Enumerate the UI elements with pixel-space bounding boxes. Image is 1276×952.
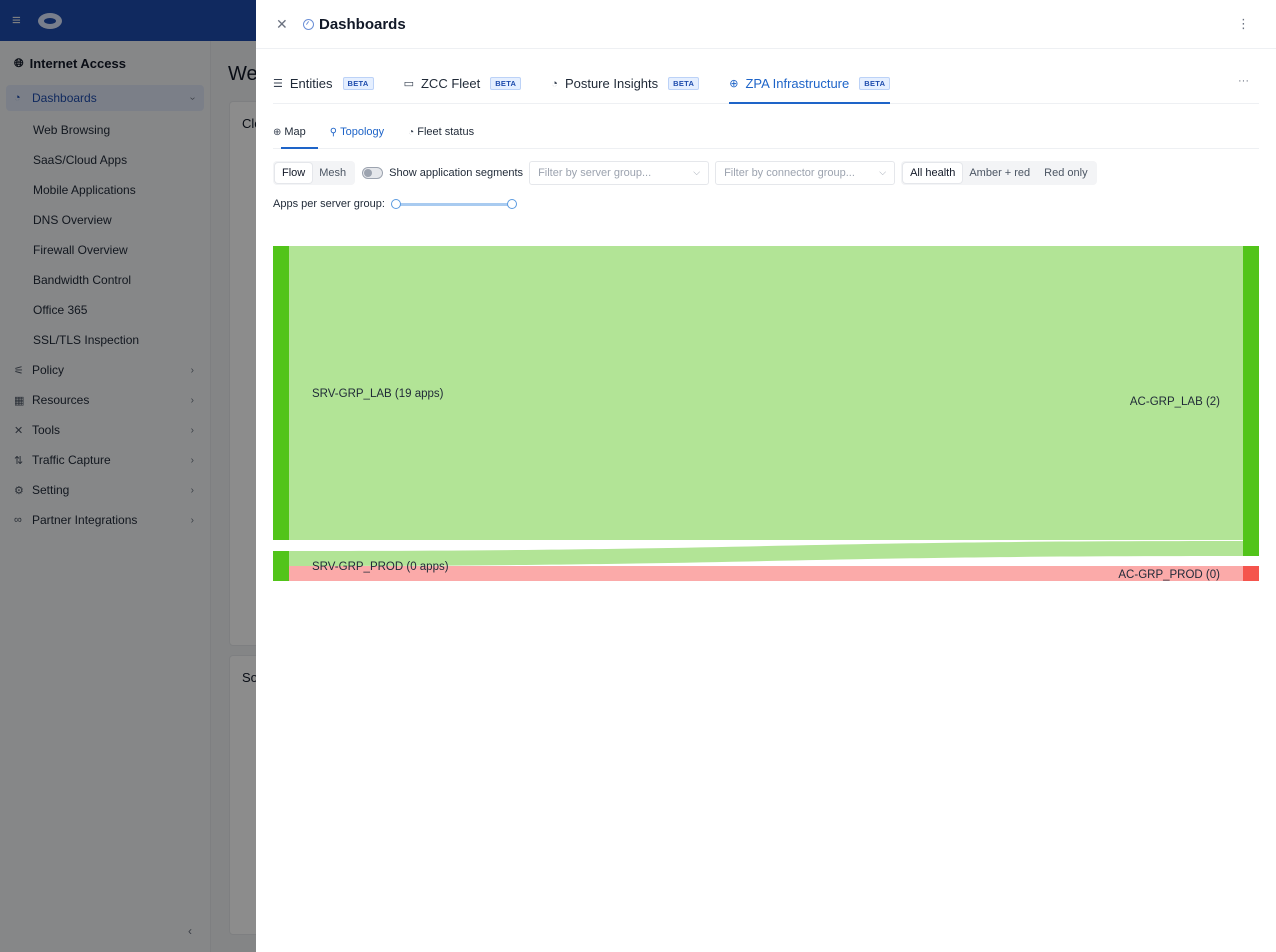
health-red-only[interactable]: Red only [1037, 163, 1094, 183]
health-amber-red[interactable]: Amber + red [962, 163, 1037, 183]
apps-range-slider[interactable] [390, 197, 517, 211]
source-node-label: SRV-GRP_PROD (0 apps) [312, 561, 449, 573]
apps-per-group-control: Apps per server group: [273, 197, 517, 211]
drawer-header: ✕ Dashboards ⋮ [256, 0, 1276, 49]
gauge-icon: ◔ [551, 77, 558, 90]
tab-posture-insights[interactable]: ◔ Posture Insights BETA [551, 64, 700, 103]
chevron-down-icon: ⌵ [879, 167, 887, 177]
kebab-menu-icon[interactable]: ⋮ [1237, 16, 1250, 32]
globe-icon: ⊕ [729, 78, 739, 90]
subtab-fleet-status[interactable]: ◔ Fleet status [408, 118, 474, 148]
beta-badge: BETA [859, 77, 891, 90]
target-node-label: AC-GRP_LAB (2) [1130, 396, 1220, 408]
view-mode-flow[interactable]: Flow [275, 163, 313, 183]
topology-icon: ⚲ [329, 126, 338, 138]
connector-group-filter-placeholder: Filter by connector group... [724, 167, 855, 179]
target-node-label: AC-GRP_PROD (0) [1118, 569, 1220, 581]
more-icon[interactable]: ··· [1238, 75, 1249, 87]
view-subtabs: ⊕ Map ⚲ Topology ◔ Fleet status [273, 118, 1259, 149]
tab-label: ZPA Infrastructure [745, 76, 850, 91]
beta-badge: BETA [490, 77, 522, 90]
tab-label: ZCC Fleet [420, 76, 481, 91]
gauge-icon: ◔ [408, 126, 415, 138]
dashboards-drawer: ✕ Dashboards ⋮ ☰ Entities BETA ▭ ZCC Fle… [256, 0, 1276, 952]
dashboard-tabs: ☰ Entities BETA ▭ ZCC Fleet BETA ◔ Postu… [273, 64, 1259, 104]
drawer-title: Dashboards [319, 15, 406, 33]
close-icon[interactable]: ✕ [276, 16, 294, 33]
apps-slider-label: Apps per server group: [273, 198, 385, 210]
gauge-icon [303, 18, 314, 30]
subtab-label: Fleet status [417, 126, 475, 138]
source-node-label: SRV-GRP_LAB (19 apps) [312, 388, 444, 400]
topology-sankey-chart: SRV-GRP_LAB (19 apps) SRV-GRP_PROD (0 app… [273, 246, 1259, 581]
subtab-map[interactable]: ⊕ Map [273, 118, 318, 149]
subtab-label: Topology [340, 126, 385, 138]
topology-controls: Flow Mesh Show application segments Filt… [273, 161, 1097, 185]
slider-handle-max[interactable] [506, 199, 517, 209]
monitor-icon: ▭ [403, 78, 414, 90]
tab-entities[interactable]: ☰ Entities BETA [273, 64, 374, 103]
health-filter: All health Amber + red Red only [901, 161, 1097, 185]
server-group-filter-placeholder: Filter by server group... [538, 167, 652, 179]
subtab-topology[interactable]: ⚲ Topology [330, 118, 384, 148]
server-group-filter[interactable]: Filter by server group... ⌵ [529, 161, 710, 185]
beta-badge: BETA [342, 77, 374, 90]
subtab-label: Map [284, 126, 306, 138]
tab-zcc-fleet[interactable]: ▭ ZCC Fleet BETA [404, 64, 522, 103]
tab-zpa-infrastructure[interactable]: ⊕ ZPA Infrastructure BETA [729, 64, 891, 104]
list-icon: ☰ [273, 78, 283, 90]
view-mode-mesh[interactable]: Mesh [312, 163, 353, 183]
target-node-ac-grp-prod [1243, 566, 1259, 581]
connector-group-filter[interactable]: Filter by connector group... ⌵ [715, 161, 896, 185]
show-segments-toggle[interactable] [362, 167, 384, 179]
beta-badge: BETA [668, 77, 700, 90]
tab-label: Entities [289, 76, 333, 91]
view-mode-toggle: Flow Mesh [273, 161, 356, 185]
target-node-ac-grp-lab [1243, 246, 1259, 556]
source-node-srv-grp-lab [273, 246, 289, 540]
health-all[interactable]: All health [903, 163, 963, 183]
tab-label: Posture Insights [564, 76, 659, 91]
slider-handle-min[interactable] [390, 199, 401, 209]
slider-rail [393, 203, 514, 206]
source-node-srv-grp-prod [273, 551, 289, 581]
show-segments-label: Show application segments [389, 167, 524, 179]
globe-icon: ⊕ [273, 126, 282, 138]
chevron-down-icon: ⌵ [693, 167, 701, 177]
